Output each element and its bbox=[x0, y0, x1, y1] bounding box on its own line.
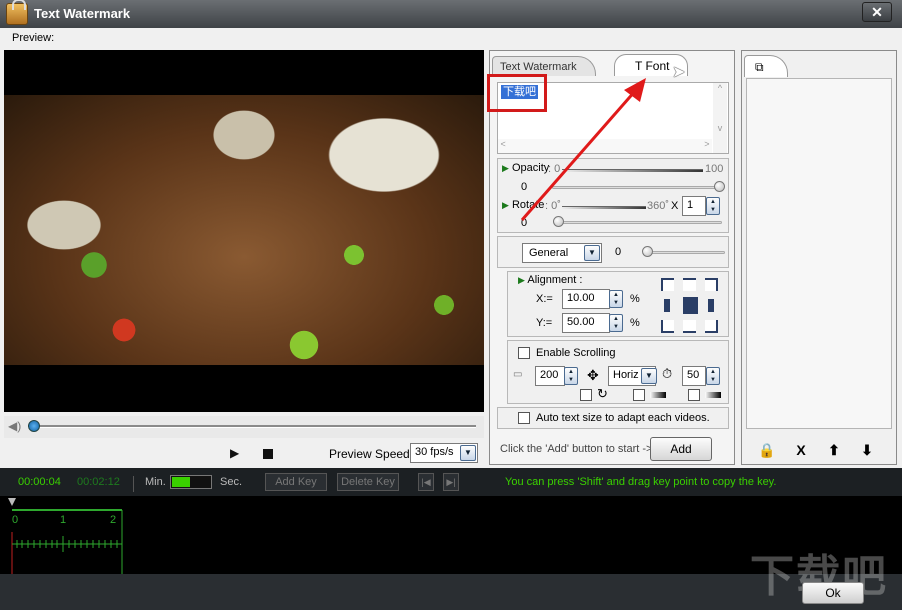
y-position-input[interactable]: 50.00 bbox=[562, 313, 610, 333]
move-down-icon[interactable]: ⬇ bbox=[856, 440, 878, 460]
lock-app-icon bbox=[6, 0, 28, 25]
loop-checkbox[interactable] bbox=[580, 389, 592, 401]
scroll-speed-input[interactable]: 50 bbox=[682, 366, 706, 386]
timeline-ruler bbox=[8, 498, 123, 574]
scroll-speed-spinner[interactable]: ▲ ▼ bbox=[706, 367, 720, 385]
lock-icon[interactable]: 🔒 bbox=[756, 440, 778, 460]
prev-key-button[interactable]: |◀ bbox=[418, 473, 434, 491]
delete-key-icon[interactable]: X bbox=[790, 440, 812, 460]
window-title: Text Watermark bbox=[34, 6, 131, 21]
add-key-button[interactable]: Add Key bbox=[265, 473, 327, 491]
move-arrows-icon: ✥ bbox=[587, 367, 599, 383]
align-bottom-right[interactable] bbox=[705, 320, 718, 333]
close-button[interactable]: ✕ bbox=[862, 2, 892, 22]
x-label: X:= bbox=[536, 293, 553, 305]
auto-size-checkbox[interactable] bbox=[518, 412, 530, 424]
expand-triangle-icon: ▶ bbox=[502, 200, 509, 210]
fade-right-icon bbox=[705, 392, 721, 398]
enable-scrolling-checkbox[interactable] bbox=[518, 347, 530, 359]
fade-left-icon bbox=[650, 392, 666, 398]
rotate-count-spinner[interactable]: ▲ ▼ bbox=[706, 197, 720, 215]
total-time: 00:02:12 bbox=[77, 476, 120, 488]
align-top-left[interactable] bbox=[661, 278, 674, 291]
ruler-icon: ▭ bbox=[513, 369, 523, 380]
align-bottom-left[interactable] bbox=[661, 320, 674, 333]
preview-speed-label: Preview Speed: bbox=[329, 447, 414, 461]
title-bar bbox=[0, 0, 902, 28]
fade-left-checkbox[interactable] bbox=[633, 389, 645, 401]
text-vertical-scrollbar[interactable]: ^ v bbox=[713, 83, 727, 153]
align-middle-right[interactable] bbox=[708, 299, 714, 312]
general-value: 0 bbox=[615, 246, 622, 258]
zoom-slider[interactable] bbox=[170, 475, 212, 489]
general-slider-knob[interactable] bbox=[642, 246, 653, 257]
scroll-distance-spinner[interactable]: ▲ ▼ bbox=[564, 367, 578, 385]
expand-triangle-icon: ▶ bbox=[518, 275, 525, 285]
scroll-distance-input[interactable]: 200 bbox=[535, 366, 565, 386]
opacity-slider-knob[interactable] bbox=[714, 181, 725, 192]
x-position-spinner[interactable]: ▲ ▼ bbox=[609, 290, 623, 308]
y-position-spinner[interactable]: ▲ ▼ bbox=[609, 314, 623, 332]
fade-right-checkbox[interactable] bbox=[688, 389, 700, 401]
expand-triangle-icon: ▶ bbox=[502, 163, 509, 173]
general-slider-track[interactable] bbox=[645, 251, 725, 254]
tab-layers[interactable]: ⧉ bbox=[744, 55, 788, 77]
align-top-right[interactable] bbox=[705, 278, 718, 291]
tick-label: 2 bbox=[110, 514, 117, 526]
next-key-button[interactable]: ▶| bbox=[443, 473, 459, 491]
seek-knob[interactable] bbox=[28, 420, 40, 432]
chevron-down-icon[interactable]: ▼ bbox=[584, 245, 600, 261]
y-label: Y:= bbox=[536, 317, 553, 329]
stop-button[interactable] bbox=[263, 449, 273, 459]
loop-icon: ↻ bbox=[597, 386, 608, 401]
align-middle-left[interactable] bbox=[664, 299, 670, 312]
align-top-center[interactable] bbox=[683, 278, 696, 291]
annotation-arrow bbox=[520, 78, 646, 221]
min-label: Min. bbox=[133, 476, 166, 492]
volume-icon[interactable]: ◀) bbox=[8, 420, 22, 432]
x-position-input[interactable]: 10.00 bbox=[562, 289, 610, 309]
sec-label: Sec. bbox=[220, 476, 243, 488]
x-percent: % bbox=[630, 293, 640, 305]
enable-scrolling-label: Enable Scrolling bbox=[536, 347, 616, 359]
opacity-max: 100 bbox=[705, 163, 724, 175]
alignment-label: Alignment : bbox=[527, 274, 583, 286]
chevron-down-icon[interactable]: ▼ bbox=[641, 368, 657, 384]
tick-label: 1 bbox=[60, 514, 67, 526]
seek-track[interactable] bbox=[28, 425, 476, 428]
tick-label: 0 bbox=[12, 514, 19, 526]
add-hint: Click the 'Add' button to start -> bbox=[500, 443, 653, 455]
move-up-icon[interactable]: ⬆ bbox=[823, 440, 845, 460]
delete-key-button[interactable]: Delete Key bbox=[337, 473, 399, 491]
play-button[interactable]: ▶ bbox=[230, 446, 244, 460]
video-frame bbox=[4, 95, 484, 365]
auto-size-label: Auto text size to adapt each videos. bbox=[536, 412, 710, 424]
preview-label: Preview: bbox=[12, 32, 55, 44]
clock-icon: ⏱ bbox=[662, 366, 673, 381]
alignment-label-row: ▶ Alignment : bbox=[518, 274, 582, 286]
layers-icon: ⧉ bbox=[755, 60, 764, 74]
current-time: 00:00:04 bbox=[18, 476, 61, 488]
timeline-hint: You can press 'Shift' and drag key point… bbox=[505, 476, 777, 488]
key-list[interactable] bbox=[746, 78, 892, 429]
y-percent: % bbox=[630, 317, 640, 329]
cursor-icon: ➤ bbox=[672, 64, 686, 81]
rotate-count-input[interactable]: 1 bbox=[682, 196, 706, 216]
chevron-down-icon[interactable]: ▼ bbox=[460, 445, 476, 461]
rotate-times: X bbox=[671, 200, 679, 212]
add-button[interactable]: Add bbox=[650, 437, 712, 461]
align-bottom-center[interactable] bbox=[683, 320, 696, 333]
align-center[interactable] bbox=[683, 297, 698, 314]
ok-button[interactable]: Ok bbox=[802, 582, 864, 604]
